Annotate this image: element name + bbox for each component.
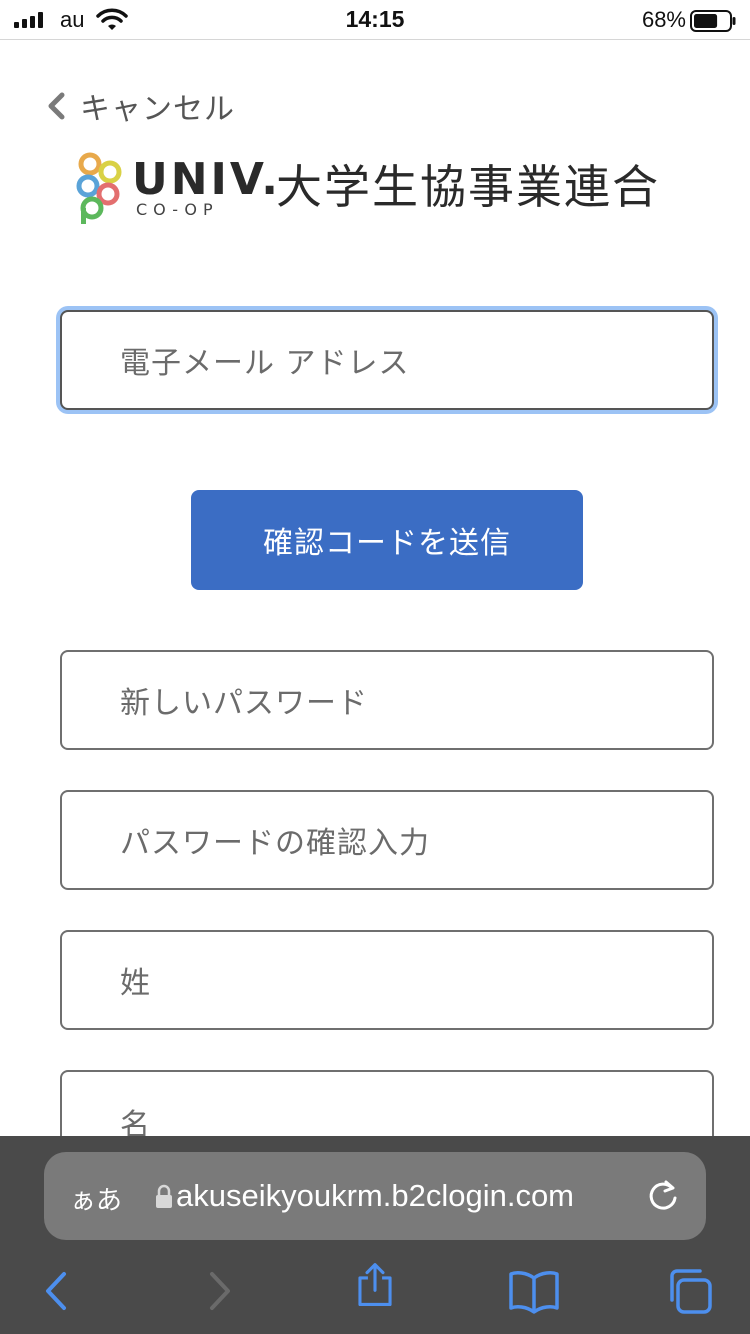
email-placeholder: 電子メール アドレス	[120, 346, 410, 381]
confirm-password-placeholder: パスワードの確認入力	[120, 826, 430, 861]
logo-org-name: 大学生協事業連合	[276, 160, 660, 214]
last-name-field[interactable]: 姓	[60, 930, 714, 1030]
lock-icon	[156, 1184, 172, 1208]
logo-wordmark: UNIV.	[132, 154, 282, 205]
chevron-left-icon	[48, 92, 65, 120]
bookmarks-icon[interactable]	[508, 1268, 560, 1314]
new-password-placeholder: 新しいパスワード	[120, 686, 368, 721]
reload-icon[interactable]	[646, 1178, 680, 1214]
tabs-icon[interactable]	[666, 1268, 714, 1314]
back-icon[interactable]	[34, 1268, 80, 1314]
url-text: akuseikyoukrm.b2clogin.com	[176, 1178, 575, 1213]
univ-coop-logo: UNIV. CO-OP 大学生協事業連合	[66, 144, 696, 232]
last-name-placeholder: 姓	[120, 966, 151, 1001]
send-verification-code-button[interactable]: 確認コードを送信	[191, 490, 583, 590]
battery-icon	[690, 10, 736, 32]
confirm-password-field[interactable]: パスワードの確認入力	[60, 790, 714, 890]
logo-sub-wordmark: CO-OP	[136, 200, 219, 219]
page-settings-button[interactable]: ぁあ	[70, 1180, 122, 1217]
status-bar: au 14:15 68%	[0, 0, 750, 40]
battery-percent: 68%	[641, 7, 686, 32]
cancel-button[interactable]: キャンセル	[46, 84, 235, 128]
status-time: 14:15	[345, 6, 405, 32]
forward-icon[interactable]	[196, 1268, 242, 1314]
address-bar[interactable]: ぁあ akuseikyoukrm.b2clogin.com	[44, 1152, 706, 1240]
email-field[interactable]: 電子メール アドレス	[60, 310, 714, 410]
cancel-label: キャンセル	[80, 92, 235, 127]
coop-rings-logo-icon	[76, 152, 122, 224]
share-icon[interactable]	[352, 1262, 398, 1308]
new-password-field[interactable]: 新しいパスワード	[60, 650, 714, 750]
